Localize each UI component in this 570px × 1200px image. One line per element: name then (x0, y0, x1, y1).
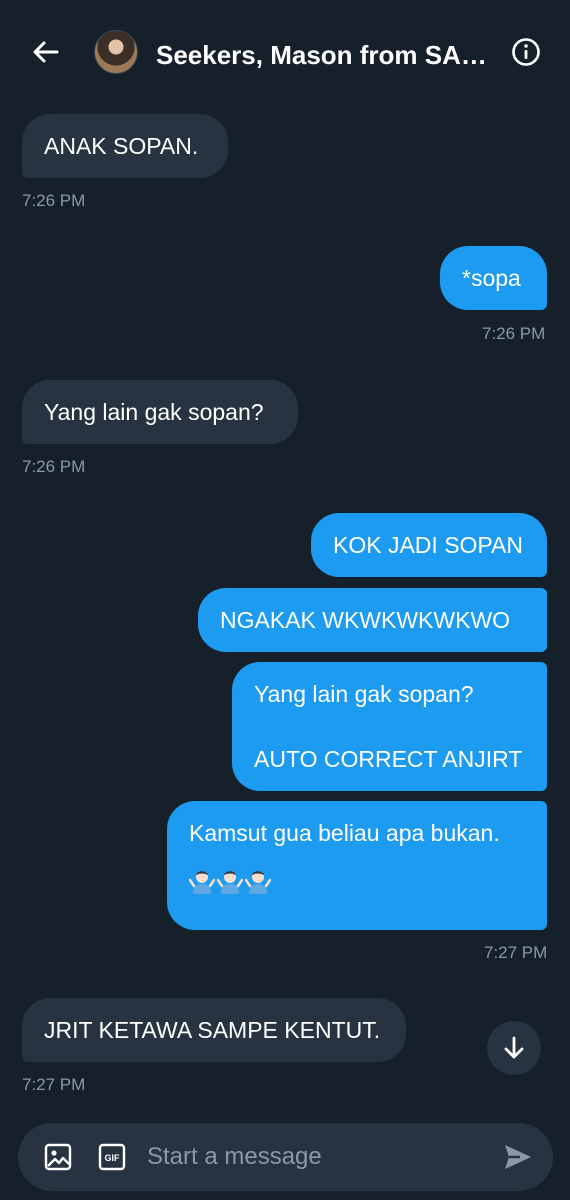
message-text: Yang lain gak sopan? (44, 399, 264, 425)
avatar[interactable] (94, 30, 138, 74)
shrug-emoji-icon (245, 871, 271, 894)
back-button[interactable] (30, 36, 62, 68)
shrug-emoji-icon (189, 871, 215, 894)
image-icon (44, 1143, 72, 1171)
message-text: JRIT KETAWA SAMPE KENTUT. (44, 1017, 381, 1043)
arrow-left-icon (33, 41, 59, 63)
message-timestamp: 7:26 PM (22, 191, 86, 210)
send-icon (505, 1145, 531, 1169)
message-text: ANAK SOPAN. (44, 133, 199, 159)
message-text-line: Yang lain gak sopan? (254, 681, 474, 707)
message-bubble-outgoing[interactable]: Kamsut gua beliau apa bukan. (167, 801, 547, 930)
message-timestamp: 7:27 PM (22, 1075, 86, 1094)
info-button[interactable] (510, 36, 542, 68)
add-image-button[interactable] (43, 1142, 73, 1172)
message-text-line: AUTO CORRECT ANJIRT (254, 746, 523, 772)
message-bubble-outgoing[interactable]: Yang lain gak sopan? AUTO CORRECT ANJIRT (232, 662, 547, 791)
shrug-emoji-row (189, 868, 525, 894)
message-input[interactable]: Start a message (147, 1142, 322, 1172)
message-text: NGAKAK WKWKWKWKWO (220, 607, 511, 633)
message-bubble-outgoing[interactable]: NGAKAK WKWKWKWKWO (198, 588, 547, 652)
gif-icon: GIF (98, 1143, 126, 1171)
message-text: Kamsut gua beliau apa bukan. (189, 820, 500, 846)
message-text: *sopa (462, 265, 521, 291)
message-composer: GIF Start a message (18, 1123, 553, 1191)
message-timestamp: 7:27 PM (484, 943, 548, 962)
message-text: KOK JADI SOPAN (333, 532, 524, 558)
arrow-down-icon (504, 1036, 524, 1059)
message-bubble-incoming[interactable]: JRIT KETAWA SAMPE KENTUT. (22, 998, 406, 1062)
conversation-title[interactable]: Seekers, Mason from SAPA... (156, 38, 496, 72)
send-button[interactable] (502, 1141, 534, 1173)
message-bubble-outgoing[interactable]: KOK JADI SOPAN (311, 513, 547, 577)
scroll-to-bottom-button[interactable] (487, 1021, 541, 1075)
info-circle-icon (512, 38, 540, 66)
message-timestamp: 7:26 PM (22, 457, 86, 476)
gif-label: GIF (105, 1153, 121, 1163)
message-bubble-outgoing[interactable]: *sopa (440, 246, 547, 310)
message-bubble-incoming[interactable]: Yang lain gak sopan? (22, 380, 298, 444)
add-gif-button[interactable]: GIF (97, 1142, 127, 1172)
message-timestamp: 7:26 PM (482, 324, 546, 343)
chat-header: Seekers, Mason from SAPA... (0, 0, 570, 106)
shrug-emoji-icon (217, 871, 243, 894)
message-bubble-incoming[interactable]: ANAK SOPAN. (22, 114, 228, 178)
